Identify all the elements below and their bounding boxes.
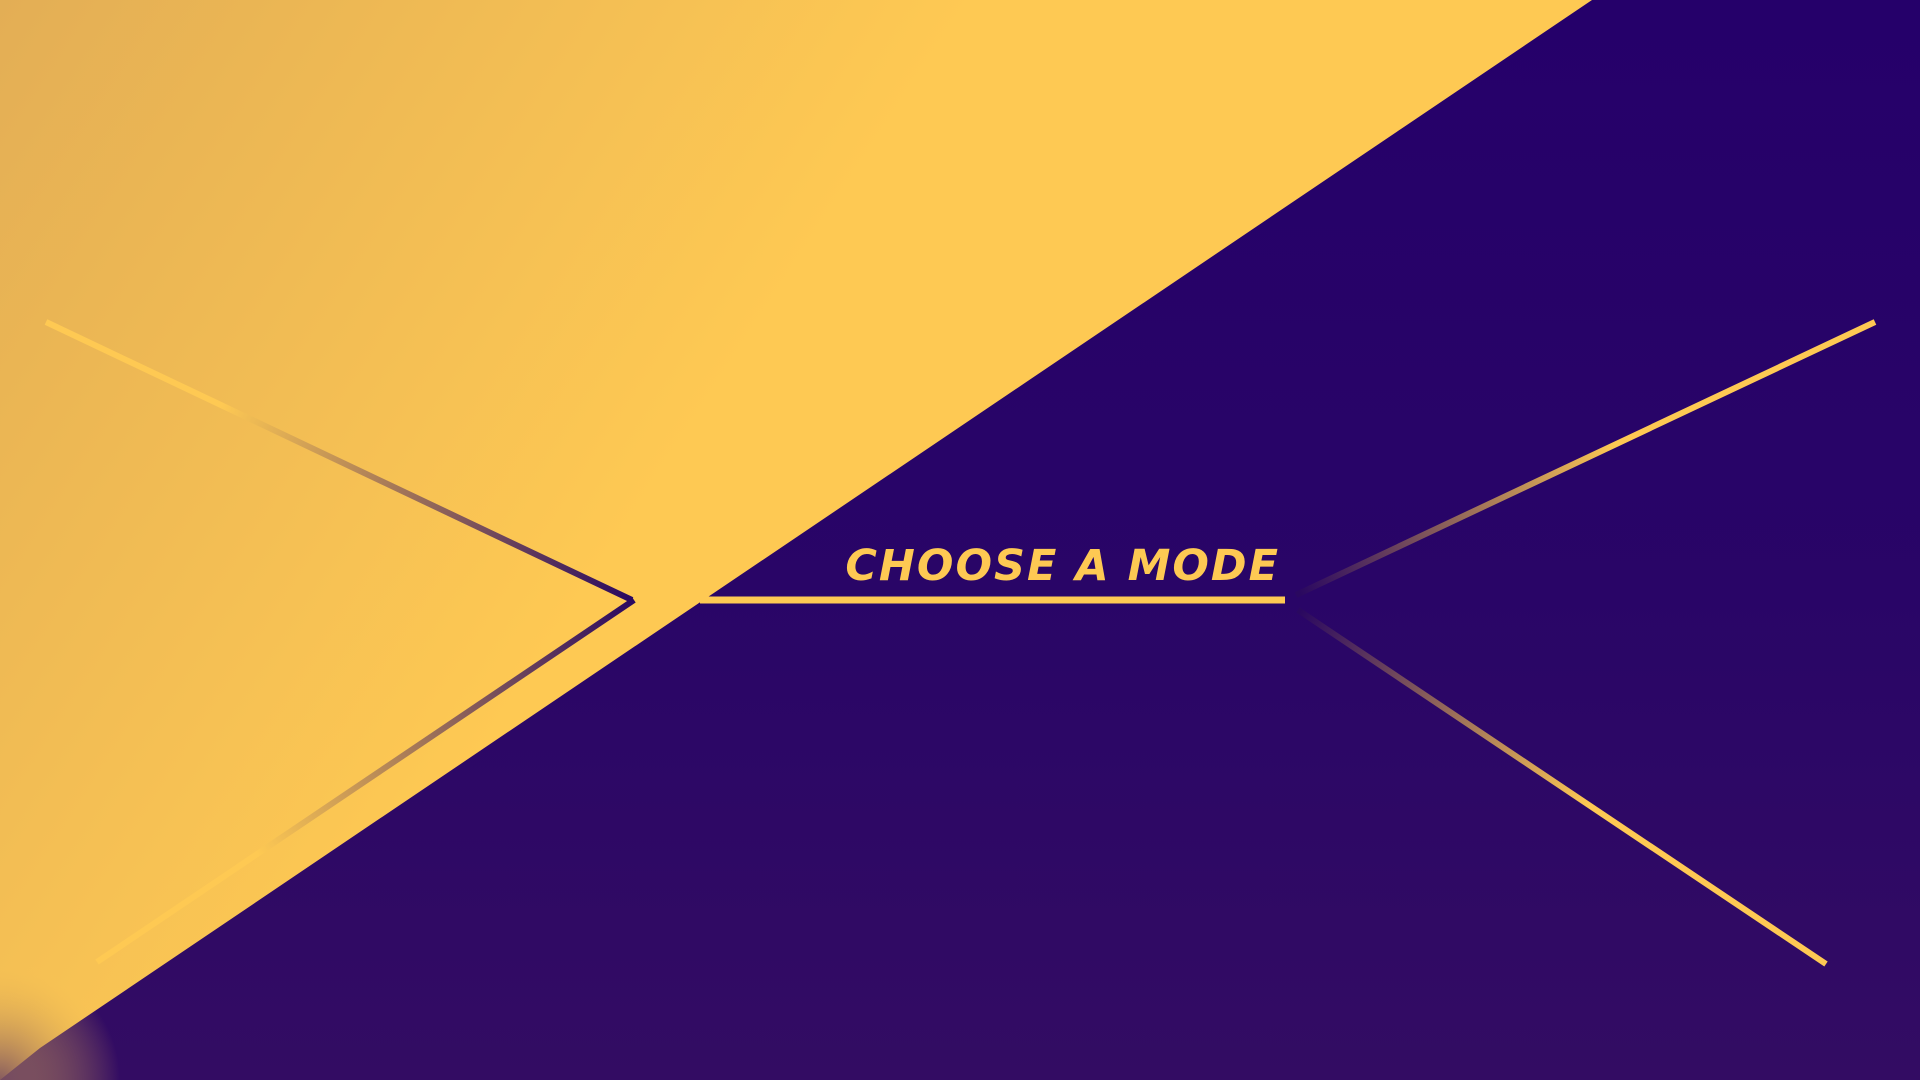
mode-select-screen: CHOOSE A MODE [0, 0, 1920, 1080]
corner-glow [0, 940, 140, 1080]
page-title: CHOOSE A MODE [845, 541, 1280, 591]
